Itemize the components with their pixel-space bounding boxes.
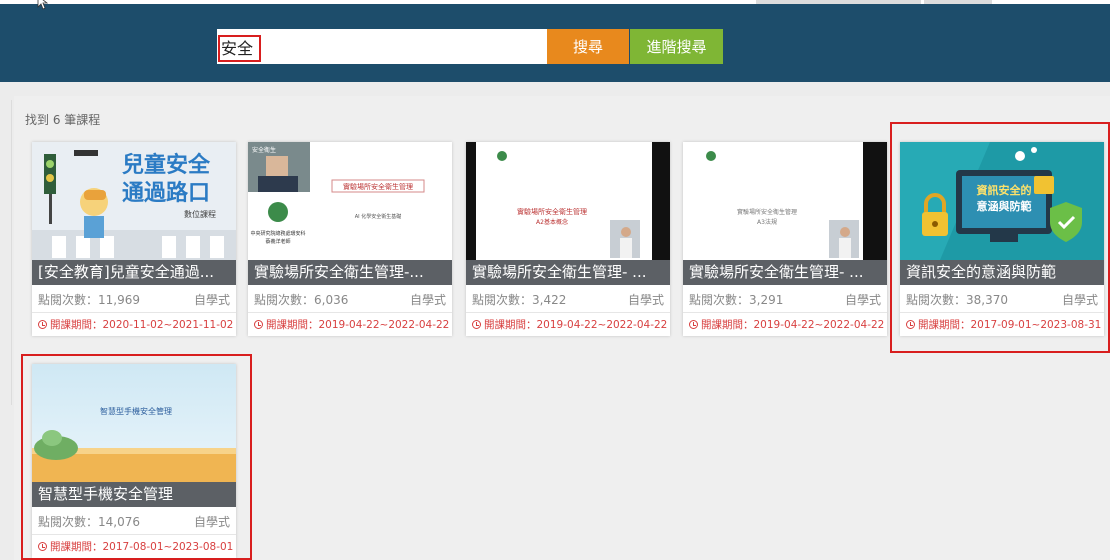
course-meta: 點閱次數：3,422 自學式 [472,291,664,308]
course-meta: 點閱次數：6,036 自學式 [254,291,446,308]
svg-text:意涵與防範: 意涵與防範 [977,199,1032,213]
period-text: 開課期間：2019-04-22~2022-04-22 [484,319,668,331]
mouse-cursor-icon [37,0,49,10]
svg-text:實驗場所安全衛生管理: 實驗場所安全衛生管理 [517,207,587,216]
clock-icon [38,542,47,551]
view-count: 點閱次數：3,422 [472,293,567,307]
course-period: 開課期間：2017-08-01~2023-08-01 [38,539,233,554]
course-type: 自學式 [409,293,446,307]
svg-text:實驗場所安全衛生管理: 實驗場所安全衛生管理 [737,208,797,216]
course-meta: 點閱次數：11,969 自學式 [38,291,230,308]
course-card[interactable]: 實驗場所安全衛生管理 A2基本概念 實驗場所安全衛生管理- ... 點閱次數：3… [466,142,670,336]
svg-text:安全衛生: 安全衛生 [252,146,276,154]
view-count: 點閱次數：14,076 [38,515,140,529]
course-thumbnail[interactable]: 實驗場所安全衛生管理 A3法規 [683,142,887,260]
course-thumbnail[interactable]: 智慧型手機安全管理 [32,364,236,482]
clock-icon [38,320,47,329]
course-meta: 點閱次數：3,291 自學式 [689,291,881,308]
header-search-bar: 搜尋 進階搜尋 [0,4,1110,82]
course-period: 開課期間：2020-11-02~2021-11-02 [38,317,233,332]
course-type: 自學式 [193,293,230,307]
search-button[interactable]: 搜尋 [547,29,629,64]
course-thumbnail[interactable]: 兒童安全 通過路口 數位課程 [32,142,236,260]
advanced-search-button[interactable]: 進階搜尋 [630,29,723,64]
period-text: 開課期間：2019-04-22~2022-04-22 [701,319,885,331]
search-input[interactable] [217,29,547,64]
svg-text:數位課程: 數位課程 [184,209,216,219]
course-period: 開課期間：2019-04-22~2022-04-22 [472,317,667,332]
card-divider [900,312,1104,313]
clock-icon [472,320,481,329]
course-type: 自學式 [627,293,664,307]
course-card[interactable]: 智慧型手機安全管理 智慧型手機安全管理 點閱次數：14,076 自學式 開課期間… [32,364,236,558]
course-meta: 點閱次數：38,370 自學式 [906,291,1098,308]
course-title[interactable]: 資訊安全的意涵與防範 [900,260,1104,285]
course-title[interactable]: 實驗場所安全衛生管理-... [248,260,452,285]
course-card[interactable]: 兒童安全 通過路口 數位課程 [安全教育]兒童安全通過... 點閱次數：11,9… [32,142,236,336]
course-type: 自學式 [193,515,230,529]
course-thumbnail[interactable]: 安全衛生 中央研究院總務處環安科 蔡義洋老師 實驗場所安全衛生管理 AI 化學安… [248,142,452,260]
course-title[interactable]: [安全教育]兒童安全通過... [32,260,236,285]
svg-text:A2基本概念: A2基本概念 [536,218,568,226]
card-divider [32,312,236,313]
course-title[interactable]: 實驗場所安全衛生管理- ... [683,260,887,285]
course-meta: 點閱次數：14,076 自學式 [38,513,230,530]
course-thumbnail[interactable]: 實驗場所安全衛生管理 A2基本概念 [466,142,670,260]
course-thumbnail[interactable]: 資訊安全的 意涵與防範 [900,142,1104,260]
period-text: 開課期間：2017-09-01~2023-08-31 [918,319,1102,331]
svg-text:智慧型手機安全管理: 智慧型手機安全管理 [100,406,172,416]
course-title[interactable]: 實驗場所安全衛生管理- ... [466,260,670,285]
clock-icon [254,320,263,329]
card-divider [248,312,452,313]
period-text: 開課期間：2020-11-02~2021-11-02 [50,319,234,331]
svg-text:A3法規: A3法規 [757,218,777,226]
period-text: 開課期間：2017-08-01~2023-08-01 [50,541,234,553]
period-text: 開課期間：2019-04-22~2022-04-22 [266,319,450,331]
course-card[interactable]: 安全衛生 中央研究院總務處環安科 蔡義洋老師 實驗場所安全衛生管理 AI 化學安… [248,142,452,336]
card-divider [32,534,236,535]
course-period: 開課期間：2019-04-22~2022-04-22 [689,317,884,332]
svg-text:蔡義洋老師: 蔡義洋老師 [265,238,290,245]
card-divider [683,312,887,313]
svg-text:實驗場所安全衛生管理: 實驗場所安全衛生管理 [343,182,413,191]
course-card[interactable]: 資訊安全的 意涵與防範 資訊安全的意涵與防範 點閱次數：38,370 自學式 開… [900,142,1104,336]
svg-text:資訊安全的: 資訊安全的 [977,183,1032,197]
course-period: 開課期間：2017-09-01~2023-08-31 [906,317,1101,332]
view-count: 點閱次數：38,370 [906,293,1008,307]
clock-icon [689,320,698,329]
course-type: 自學式 [1061,293,1098,307]
card-divider [466,312,670,313]
svg-text:AI 化學安全衛生基礎: AI 化學安全衛生基礎 [355,213,402,220]
view-count: 點閱次數：11,969 [38,293,140,307]
svg-text:中央研究院總務處環安科: 中央研究院總務處環安科 [250,230,305,237]
course-type: 自學式 [844,293,881,307]
svg-text:通過路口: 通過路口 [122,180,210,206]
clock-icon [906,320,915,329]
course-title[interactable]: 智慧型手機安全管理 [32,482,236,507]
view-count: 點閱次數：3,291 [689,293,784,307]
course-period: 開課期間：2019-04-22~2022-04-22 [254,317,449,332]
result-count: 找到 6 筆課程 [25,113,101,127]
left-divider [11,100,12,405]
course-card[interactable]: 實驗場所安全衛生管理 A3法規 實驗場所安全衛生管理- ... 點閱次數：3,2… [683,142,887,336]
view-count: 點閱次數：6,036 [254,293,349,307]
svg-text:兒童安全: 兒童安全 [122,152,211,178]
